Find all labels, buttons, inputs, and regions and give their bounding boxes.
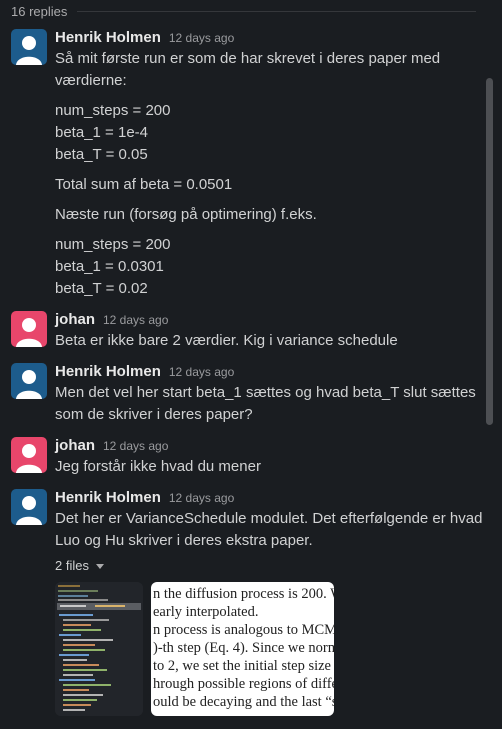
caret-down-icon	[95, 564, 104, 569]
user-icon	[11, 29, 47, 65]
message-line: Så mit første run er som de har skrevet …	[55, 50, 441, 67]
avatar[interactable]	[11, 311, 47, 347]
timestamp[interactable]: 12 days ago	[169, 491, 234, 505]
author-name[interactable]: Henrik Holmen	[55, 363, 161, 380]
message-body: Så mit første run er som de har skrevet …	[55, 48, 475, 300]
message-line: Beta er ikke bare 2 værdier. Kig i varia…	[55, 332, 398, 349]
paper-line: early interpolated.	[153, 604, 259, 620]
file-thumbnail-paper[interactable]: n the diffusion process is 200. We s ear…	[151, 582, 334, 716]
message-line: num_steps = 200	[55, 236, 171, 253]
message: Henrik Holmen 12 days ago Men det vel he…	[0, 363, 484, 427]
replies-count: 16 replies	[11, 3, 68, 19]
message: Henrik Holmen 12 days ago Så mit første …	[0, 29, 484, 309]
timestamp[interactable]: 12 days ago	[169, 31, 234, 45]
message-body: Det her er VarianceSchedule modulet. Det…	[55, 508, 483, 552]
message-line: num_steps = 200	[55, 102, 171, 119]
message-line: Men det vel her start beta_1 sættes og h…	[55, 384, 476, 401]
file-thumbnail-code[interactable]	[55, 582, 143, 716]
message-header: johan 12 days ago	[55, 437, 168, 454]
paper-line: )-th step (Eq. 4). Since we norm	[153, 640, 334, 656]
message-line: beta_T = 0.02	[55, 280, 148, 297]
paper-line: ould be decaying and the last “step	[153, 694, 334, 710]
message-header: Henrik Holmen 12 days ago	[55, 29, 234, 46]
message-body: Men det vel her start beta_1 sættes og h…	[55, 382, 476, 426]
files-count: 2 files	[55, 558, 89, 573]
paper-line: n process is analogous to MCMC	[153, 622, 334, 638]
message-line: beta_T = 0.05	[55, 146, 148, 163]
user-icon	[11, 489, 47, 525]
avatar[interactable]	[11, 29, 47, 65]
message: johan 12 days ago Beta er ikke bare 2 væ…	[0, 311, 484, 355]
paper-line: hrough possible regions of differen	[153, 676, 334, 692]
message-header: johan 12 days ago	[55, 311, 168, 328]
message-line: beta_1 = 1e-4	[55, 124, 148, 141]
timestamp[interactable]: 12 days ago	[103, 439, 168, 453]
message-line: Det her er VarianceSchedule modulet. Det…	[55, 510, 483, 527]
user-icon	[11, 311, 47, 347]
author-name[interactable]: Henrik Holmen	[55, 489, 161, 506]
message-line: Næste run (forsøg på optimering) f.eks.	[55, 206, 317, 223]
message-line: Jeg forstår ikke hvad du mener	[55, 458, 261, 475]
message-body: Beta er ikke bare 2 værdier. Kig i varia…	[55, 330, 475, 352]
timestamp[interactable]: 12 days ago	[169, 365, 234, 379]
user-icon	[11, 363, 47, 399]
message: Henrik Holmen 12 days ago Det her er Var…	[0, 489, 484, 729]
avatar[interactable]	[11, 363, 47, 399]
replies-header: 16 replies	[0, 0, 502, 22]
message-header: Henrik Holmen 12 days ago	[55, 489, 234, 506]
paper-line: to 2, we set the initial step size β	[153, 658, 334, 674]
avatar[interactable]	[11, 437, 47, 473]
author-name[interactable]: Henrik Holmen	[55, 29, 161, 46]
divider	[77, 10, 476, 12]
code-image	[55, 582, 143, 716]
timestamp[interactable]: 12 days ago	[103, 313, 168, 327]
thread-messages: Henrik Holmen 12 days ago Så mit første …	[0, 22, 484, 729]
message-body: Jeg forstår ikke hvad du mener	[55, 456, 475, 478]
author-name[interactable]: johan	[55, 311, 95, 328]
avatar[interactable]	[11, 489, 47, 525]
author-name[interactable]: johan	[55, 437, 95, 454]
message-line: som de skriver i deres paper?	[55, 406, 253, 423]
message: johan 12 days ago Jeg forstår ikke hvad …	[0, 437, 484, 481]
user-icon	[11, 437, 47, 473]
message-line: Total sum af beta = 0.0501	[55, 176, 233, 193]
message-line: beta_1 = 0.0301	[55, 258, 164, 275]
message-line: værdierne:	[55, 72, 127, 89]
message-line: Luo og Hu skriver i deres ekstra paper.	[55, 532, 313, 549]
message-header: Henrik Holmen 12 days ago	[55, 363, 234, 380]
scrollbar-thumb[interactable]	[486, 78, 493, 425]
files-toggle[interactable]: 2 files	[55, 558, 104, 573]
paper-excerpt: n the diffusion process is 200. We s ear…	[151, 582, 334, 711]
paper-line: n the diffusion process is 200. We s	[153, 586, 334, 602]
